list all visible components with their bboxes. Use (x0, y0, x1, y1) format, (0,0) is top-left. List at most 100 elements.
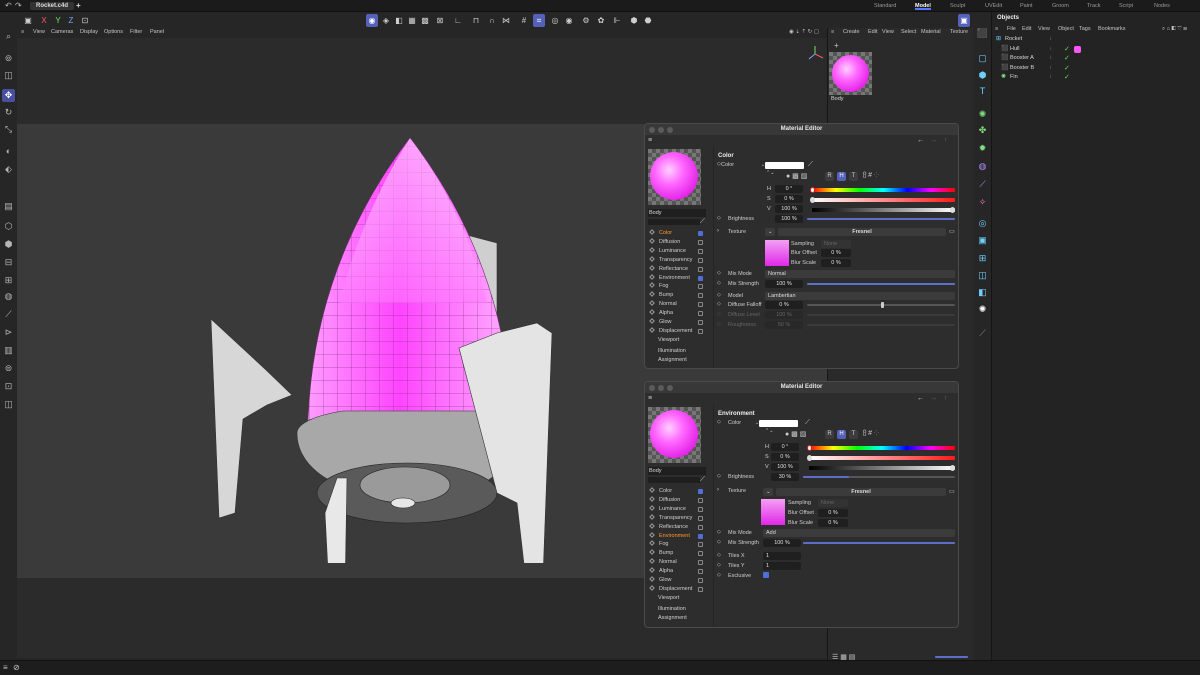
mixer-mode-icon[interactable]: ⩉ # ⁘ (863, 172, 879, 180)
sampling-dropdown[interactable]: None (821, 240, 851, 248)
objects-menu-edit[interactable]: Edit (1022, 26, 1031, 32)
enabled-check-icon[interactable]: ✓ (1064, 45, 1070, 54)
object-name[interactable]: Booster A (1010, 54, 1034, 63)
mix-strength-keyframe-icon[interactable]: ◇ (717, 280, 721, 286)
channel-viewport[interactable]: Viewport (649, 594, 705, 603)
material-name-dropdown-icon[interactable] (648, 477, 700, 483)
bevel-icon[interactable]: ⬢ (2, 238, 15, 251)
object-row[interactable]: ⬛ Booster A ⁝ ✓ (992, 54, 1200, 63)
visibility-icon[interactable]: ⁝ (1050, 64, 1052, 73)
channel-reflectance[interactable]: Reflectance (649, 522, 705, 532)
channel-luminance[interactable]: Luminance (649, 504, 705, 514)
channel-glow[interactable]: Glow (649, 576, 705, 585)
viewport-menu-view[interactable]: View (33, 29, 45, 35)
kelvin-mode-button[interactable]: T (849, 430, 858, 439)
channel-checkbox[interactable] (698, 489, 703, 494)
wheel-mode-icon[interactable]: ● ▩ ▨ (786, 172, 807, 180)
file-tab[interactable]: Rocket.c4d (30, 2, 75, 10)
polygons-mode-icon[interactable]: ◧ (393, 14, 405, 27)
brightness-keyframe-icon[interactable]: ◇ (717, 215, 721, 221)
material-editor-title[interactable]: Material Editor (645, 124, 958, 135)
cube-tool-icon[interactable]: ⬡ (2, 220, 15, 233)
axis-y-button[interactable]: Y (52, 14, 64, 27)
rocket-model[interactable] (197, 133, 557, 563)
grid-snap-icon[interactable]: ⌗ (533, 14, 545, 27)
mix-strength-slider[interactable] (807, 283, 955, 285)
paint-icon[interactable]: ⟋ (2, 308, 15, 321)
object-row[interactable]: ⬛ Booster B ⁝ ✓ (992, 64, 1200, 73)
move-icon[interactable]: ✥ (2, 89, 15, 102)
texture-shader-field[interactable]: Fresnel (776, 488, 946, 496)
coordinate-system-icon[interactable]: ⊡ (79, 14, 91, 27)
h-field[interactable]: 0 ° (775, 185, 803, 193)
object-name[interactable]: Hull (1010, 45, 1019, 54)
object-row[interactable]: ⊞ Rocket ⁝ (992, 35, 1200, 44)
channel-checkbox[interactable] (698, 515, 703, 521)
knife-icon[interactable]: ▤ (2, 200, 15, 213)
color-picker-icon[interactable]: ⟋ (805, 419, 810, 427)
diffuse-falloff-knob[interactable] (881, 302, 884, 308)
value-slider[interactable] (812, 207, 955, 213)
channel-normal[interactable]: Normal (649, 300, 705, 309)
texture-expand-icon[interactable]: › (717, 228, 719, 234)
channel-checkbox[interactable] (698, 266, 703, 272)
material-menu-toggle-icon[interactable]: ≡ (831, 29, 834, 35)
objects-menu-object[interactable]: Object (1058, 26, 1074, 32)
value-slider-knob[interactable] (950, 207, 955, 213)
channel-checkbox[interactable] (698, 497, 703, 503)
back-arrow-icon[interactable]: ← (917, 137, 924, 144)
viewport-layout-icon[interactable]: ▣ (958, 14, 970, 27)
channel-normal[interactable]: Normal (649, 558, 705, 567)
visibility-icon[interactable]: ⁝ (1050, 35, 1052, 44)
material-add-icon[interactable]: + (834, 41, 839, 50)
s-field[interactable]: 0 % (771, 453, 799, 461)
maximize-icon[interactable] (667, 385, 673, 391)
live-selection-icon[interactable]: ◫ (2, 69, 15, 82)
tiles-x-field[interactable]: 1 (763, 552, 801, 560)
render-settings-icon[interactable]: ◧ (976, 286, 989, 299)
uv-tool-icon[interactable]: ⊡ (2, 380, 15, 393)
color-swatch[interactable] (759, 420, 798, 427)
add-tab-button[interactable]: + (76, 2, 81, 10)
channel-checkbox[interactable] (698, 533, 703, 539)
enabled-check-icon[interactable]: ✓ (1064, 54, 1070, 63)
value-slider-knob[interactable] (950, 465, 955, 471)
layers-icon[interactable]: ▥ (2, 344, 15, 357)
rgb-mode-button[interactable]: R (825, 172, 834, 181)
layout-tab-model[interactable]: Model (915, 2, 931, 10)
axis-mode-icon[interactable]: ∟ (452, 14, 464, 27)
mixer-mode-icon[interactable]: ⩉ # ⁘ (863, 430, 879, 438)
channel-checkbox[interactable] (698, 231, 703, 236)
material-menu-texture[interactable]: Texture (950, 29, 968, 35)
model-dropdown[interactable]: Lambertian (765, 292, 955, 300)
texture-menu-button[interactable]: ⌄ (765, 228, 775, 236)
deformer-icon[interactable]: ◍ (976, 160, 989, 173)
texture-edit-icon[interactable]: ▭ (949, 228, 955, 235)
tiles-y-field[interactable]: 1 (763, 562, 801, 570)
close-icon[interactable] (649, 127, 655, 133)
viewport-menu-display[interactable]: Display (80, 29, 98, 35)
magnet-icon[interactable]: ∩ (486, 14, 498, 27)
environment-icon[interactable]: ◎ (976, 217, 989, 230)
eyedropper-icon[interactable]: ⟋ (700, 218, 705, 226)
material-tag-icon[interactable] (1074, 45, 1081, 53)
material-view-grid-icon[interactable]: ☰ ▦ ▤ (832, 653, 855, 661)
color-picker-icon[interactable]: ⟋ (808, 161, 813, 169)
channel-fog[interactable]: Fog (649, 282, 705, 291)
texture-menu-button[interactable]: ⌄ (763, 488, 773, 496)
channel-checkbox[interactable] (698, 311, 703, 317)
objects-menu-toggle-icon[interactable]: ≡ (995, 26, 998, 32)
channel-checkbox[interactable] (698, 586, 703, 592)
symmetry-icon[interactable]: ⚙ (580, 14, 592, 27)
camera-object-icon[interactable]: ▣ (976, 234, 989, 247)
diffuse-falloff-keyframe-icon[interactable]: ◇ (717, 301, 721, 307)
v-field[interactable]: 100 % (771, 463, 799, 471)
scale-icon[interactable]: ⤡ (2, 123, 15, 136)
mix-strength-field[interactable]: 100 % (763, 539, 801, 547)
axis-x-button[interactable]: X (38, 14, 50, 27)
channel-bump[interactable]: Bump (649, 291, 705, 300)
channel-environment[interactable]: Environment (649, 531, 705, 541)
redo-icon[interactable]: ↷ (15, 1, 22, 10)
value-slider[interactable] (809, 465, 955, 471)
color-swatch[interactable] (765, 162, 804, 169)
